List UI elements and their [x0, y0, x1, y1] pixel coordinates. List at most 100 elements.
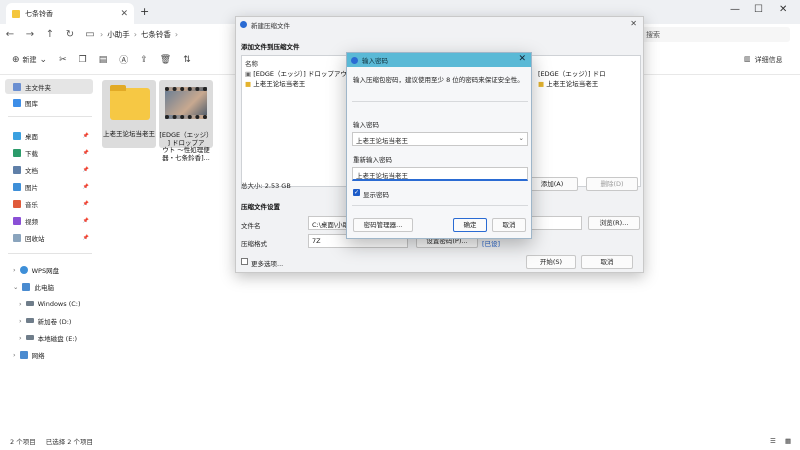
sidebar-item-drive-e[interactable]: › 本地磁盘 (E:): [5, 330, 93, 345]
password-input[interactable]: 上老王论坛当老王 ⌄: [352, 132, 528, 146]
drive-icon: [25, 301, 34, 306]
file-item-folder[interactable]: 上老王论坛当老王: [102, 80, 156, 148]
password-input-value: 上老王论坛当老王: [356, 137, 408, 145]
sidebar-item-downloads[interactable]: 下载 📌: [5, 145, 93, 160]
list-item[interactable]: ■ 上老王论坛当老王: [538, 78, 598, 88]
back-arrow-icon[interactable]: ←: [0, 29, 20, 40]
sidebar-item-label: 下载: [25, 149, 38, 158]
tab-current[interactable]: 七条铃香 ✕: [6, 3, 134, 24]
forward-arrow-icon[interactable]: →: [20, 29, 40, 40]
column-header-name[interactable]: 名称: [245, 58, 258, 68]
list-item-label: 上老王论坛当老王: [546, 80, 599, 88]
chevron-right-icon: ›: [100, 30, 104, 39]
chevron-right-icon[interactable]: ›: [13, 351, 16, 359]
browse-button[interactable]: 浏览(R)...: [588, 216, 640, 230]
file-item-video[interactable]: [EDGE（エッジ） ] ドロップア ウト ～性処理便 器・七条鈴香]...: [159, 80, 213, 161]
gallery-icon: [13, 98, 21, 107]
list-item[interactable]: ■ 上老王论坛当老王: [245, 78, 305, 88]
desktop-icon: [13, 131, 21, 140]
chevron-down-icon[interactable]: ⌄: [13, 283, 18, 291]
dialog-title-bar: 输入密码: [347, 53, 531, 67]
sidebar-item-music[interactable]: 音乐 📌: [5, 196, 93, 211]
start-button[interactable]: 开始(S): [526, 255, 576, 269]
details-pane-button[interactable]: ▥ 详细信息: [744, 55, 783, 65]
up-arrow-icon[interactable]: ↑: [40, 29, 60, 40]
sidebar-item-pictures[interactable]: 图片 📌: [5, 179, 93, 194]
list-view-icon[interactable]: ☰: [770, 437, 776, 445]
sidebar-item-label: 主文件夹: [25, 83, 51, 92]
list-item-label: [EDGE（エッジ）] ドロ: [538, 70, 606, 78]
sidebar-item-home[interactable]: 主文件夹: [5, 79, 93, 94]
ok-button[interactable]: 确定: [453, 218, 487, 232]
tab-title: 七条铃香: [25, 9, 53, 18]
copy-button[interactable]: ❐: [79, 55, 87, 65]
close-icon[interactable]: ✕: [518, 54, 526, 64]
sidebar-item-label: 视频: [25, 217, 38, 226]
tab-close-icon[interactable]: ✕: [120, 9, 128, 19]
add-button[interactable]: 添加(A): [526, 177, 578, 191]
maximize-button[interactable]: ☐: [754, 4, 763, 15]
details-pane-icon: ▥: [744, 55, 751, 63]
sidebar-item-this-pc[interactable]: ⌄ 此电脑: [5, 279, 93, 294]
more-options-checkbox[interactable]: [241, 258, 248, 265]
chevron-down-icon[interactable]: ⌄: [519, 134, 524, 142]
sort-button[interactable]: ⇅: [183, 55, 191, 65]
rename-button[interactable]: Ⓐ: [119, 53, 128, 66]
section-heading-settings: 压缩文件设置: [241, 203, 280, 211]
chevron-right-icon[interactable]: ›: [19, 300, 22, 308]
confirm-password-input[interactable]: 上老王论坛当老王: [352, 167, 528, 181]
cut-button[interactable]: ✂: [59, 55, 67, 65]
folder-icon: ■: [538, 80, 545, 88]
sidebar-item-gallery[interactable]: 图库: [5, 95, 93, 110]
new-button[interactable]: ⊕ 新建 ⌄: [12, 55, 47, 65]
cancel-button[interactable]: 取消: [492, 218, 526, 232]
format-label: 压缩格式: [241, 240, 267, 248]
breadcrumb-item[interactable]: 小助手: [107, 29, 130, 40]
pin-icon[interactable]: 📌: [83, 167, 89, 173]
close-window-button[interactable]: ✕: [779, 4, 787, 15]
paste-button[interactable]: ▤: [99, 55, 108, 65]
grid-view-icon[interactable]: ▦: [785, 437, 791, 445]
show-password-label[interactable]: 显示密码: [363, 189, 389, 199]
sidebar-item-label: 音乐: [25, 200, 38, 209]
sidebar-item-drive-d[interactable]: › 新加卷 (D:): [5, 313, 93, 328]
sidebar-item-wps-cloud[interactable]: › WPS网盘: [5, 262, 93, 277]
list-item[interactable]: ▣ [EDGE（エッジ）] ドロップアウト: [245, 68, 350, 78]
sidebar-item-label: 桌面: [25, 132, 38, 141]
sidebar-item-label: 图片: [25, 183, 38, 192]
pin-icon[interactable]: 📌: [83, 201, 89, 207]
chevron-right-icon[interactable]: ›: [19, 317, 22, 325]
sidebar-item-videos[interactable]: 视频 📌: [5, 213, 93, 228]
pin-icon[interactable]: 📌: [83, 133, 89, 139]
folder-icon: [12, 9, 20, 18]
cancel-button[interactable]: 取消: [581, 255, 633, 269]
chevron-right-icon[interactable]: ›: [19, 334, 22, 342]
pin-icon[interactable]: 📌: [83, 235, 89, 241]
sidebar-item-drive-c[interactable]: › Windows (C:): [5, 296, 93, 311]
pin-icon[interactable]: 📌: [83, 150, 89, 156]
more-options-label[interactable]: 更多选项...: [251, 258, 283, 268]
chevron-right-icon[interactable]: ›: [13, 266, 16, 274]
pin-icon[interactable]: 📌: [83, 184, 89, 190]
sidebar-item-recycle-bin[interactable]: 回收站 📌: [5, 230, 93, 245]
show-password-checkbox[interactable]: ✓: [353, 189, 360, 196]
download-icon: [13, 148, 21, 157]
file-name: [EDGE（エッジ） ] ドロップア ウト ～性処理便 器・七条鈴香]...: [159, 131, 213, 162]
new-button-label: 新建: [22, 55, 37, 64]
password-manager-button[interactable]: 密码管理器...: [353, 218, 413, 232]
pin-icon[interactable]: 📌: [83, 218, 89, 224]
sidebar-item-network[interactable]: › 网络: [5, 347, 93, 362]
share-button[interactable]: ⇪: [140, 55, 148, 65]
breadcrumb-item[interactable]: 七条铃香: [141, 29, 171, 40]
sidebar-item-documents[interactable]: 文档 📌: [5, 162, 93, 177]
sidebar-item-desktop[interactable]: 桌面 📌: [5, 128, 93, 143]
delete-button[interactable]: 🗑: [160, 55, 171, 65]
close-icon[interactable]: ✕: [630, 19, 637, 28]
scissors-icon: ✂: [59, 54, 67, 65]
refresh-icon[interactable]: ↻: [60, 29, 80, 40]
delete-button[interactable]: 删除(D): [586, 177, 638, 191]
list-item[interactable]: [EDGE（エッジ）] ドロ: [538, 68, 638, 78]
search-input[interactable]: 搜索: [640, 27, 790, 42]
minimize-button[interactable]: —: [730, 4, 740, 15]
new-tab-button[interactable]: +: [140, 5, 149, 18]
